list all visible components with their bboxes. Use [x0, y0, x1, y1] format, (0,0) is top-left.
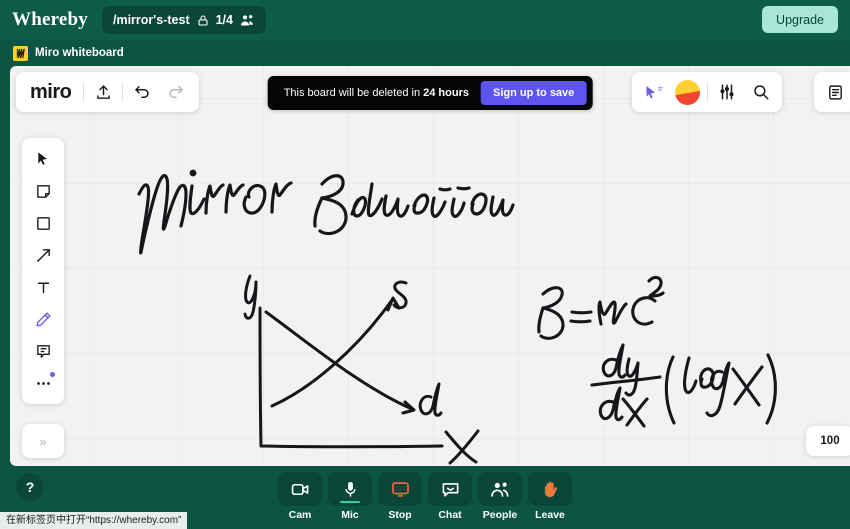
banner-text-before: This board will be deleted in — [283, 87, 424, 99]
control-leave-label: Leave — [535, 509, 565, 521]
mic-icon — [344, 481, 356, 497]
undo-icon[interactable] — [125, 75, 159, 109]
more-tool-indicator-dot — [50, 372, 55, 377]
control-leave[interactable]: Leave — [528, 472, 572, 521]
avatar[interactable] — [675, 79, 700, 105]
control-cam-box[interactable] — [278, 472, 322, 506]
upgrade-button[interactable]: Upgrade — [762, 6, 838, 33]
miro-tool-palette — [22, 138, 64, 404]
monitor-icon — [391, 481, 409, 497]
miro-collab-toolbar — [632, 72, 782, 112]
sticky-note-tool[interactable] — [27, 176, 59, 206]
zoom-level-indicator[interactable]: 100 — [806, 426, 850, 456]
people-icon — [490, 482, 508, 497]
control-stop-box[interactable] — [378, 472, 422, 506]
control-chat-box[interactable] — [428, 472, 472, 506]
control-stop-label: Stop — [388, 509, 412, 521]
control-people[interactable]: People — [478, 472, 522, 521]
help-button[interactable]: ? — [16, 473, 44, 501]
miro-tab-label: Miro whiteboard — [35, 47, 124, 59]
participant-count: 1/4 — [215, 13, 233, 27]
people-icon — [240, 14, 255, 27]
lock-icon — [197, 14, 209, 27]
toolbar-divider — [83, 82, 85, 102]
control-leave-box[interactable] — [528, 472, 572, 506]
control-people-label: People — [482, 509, 518, 521]
board-grid — [10, 66, 850, 466]
camera-icon — [291, 483, 308, 495]
miro-logo: miro — [30, 80, 72, 103]
comment-tool[interactable] — [27, 336, 59, 366]
cursor-pointer-icon[interactable] — [636, 75, 670, 109]
integration-tab-strip: Miro whiteboard — [0, 40, 850, 66]
redo-icon[interactable] — [159, 75, 193, 109]
browser-status-bar: 在新标签页中打开“https://whereby.com” — [0, 512, 188, 529]
banner-text-bold: 24 hours — [423, 87, 469, 99]
control-cam[interactable]: Cam — [278, 472, 322, 521]
notes-list-icon[interactable] — [818, 75, 850, 109]
control-people-box[interactable] — [478, 472, 522, 506]
hand-icon — [544, 481, 557, 497]
control-chat[interactable]: Chat — [428, 472, 472, 521]
control-mic-box[interactable] — [328, 472, 372, 506]
rightbar-divider — [707, 82, 708, 102]
control-stop[interactable]: Stop — [378, 472, 422, 521]
miro-badge-icon — [13, 45, 28, 61]
arrow-tool[interactable] — [27, 240, 59, 270]
room-name: /mirror's-test — [113, 13, 190, 27]
sign-up-to-save-button[interactable]: Sign up to save — [480, 81, 587, 105]
select-tool[interactable] — [27, 144, 59, 174]
toolbar-divider-2 — [122, 82, 124, 102]
banner-text: This board will be deleted in 24 hours — [284, 87, 469, 99]
control-chat-label: Chat — [438, 509, 462, 521]
text-tool[interactable] — [27, 272, 59, 302]
mic-active-underline — [340, 501, 360, 503]
miro-board-canvas[interactable]: miro This board will be deleted in 24 ho… — [10, 66, 850, 466]
search-icon[interactable] — [744, 75, 778, 109]
control-mic-label: Mic — [341, 509, 359, 521]
miro-top-toolbar: miro — [16, 72, 200, 112]
pen-tool[interactable] — [27, 304, 59, 334]
more-tool[interactable] — [27, 368, 59, 398]
control-mic[interactable]: Mic — [328, 472, 372, 521]
shape-tool[interactable] — [27, 208, 59, 238]
sliders-icon[interactable] — [710, 75, 744, 109]
whereby-logo: Whereby — [12, 9, 88, 30]
chat-icon — [442, 482, 458, 497]
miro-notes-toolbar — [814, 72, 850, 112]
whereby-header: Whereby /mirror's-test 1/4 Upgrade — [0, 0, 850, 40]
room-pill[interactable]: /mirror's-test 1/4 — [102, 6, 266, 34]
board-expiry-banner: This board will be deleted in 24 hours S… — [267, 76, 593, 110]
upload-icon[interactable] — [86, 75, 120, 109]
control-cam-label: Cam — [288, 509, 312, 521]
expand-panel-button[interactable]: » — [22, 424, 64, 458]
